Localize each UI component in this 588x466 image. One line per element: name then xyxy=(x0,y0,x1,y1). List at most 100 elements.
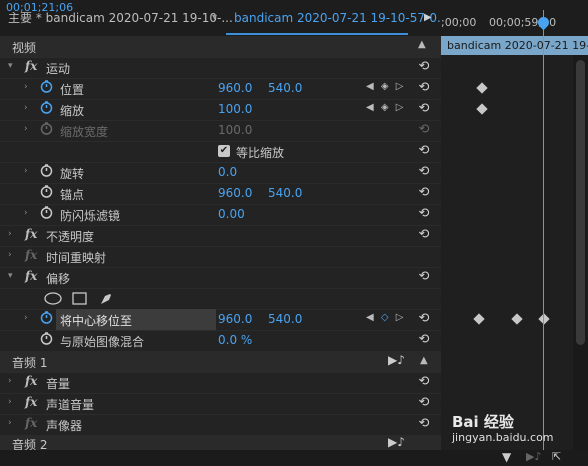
expand-arrow-icon[interactable]: › xyxy=(24,82,28,92)
blend-value[interactable]: 0.0 % xyxy=(218,333,252,347)
playhead-line[interactable] xyxy=(543,10,544,450)
flicker-value[interactable]: 0.00 xyxy=(218,207,245,221)
play-audio-icon[interactable]: ▶♪ xyxy=(388,435,405,449)
param-blend-label: 与原始图像混合 xyxy=(60,335,145,349)
effect-volume[interactable]: › fx 音量 ⟲ xyxy=(0,372,441,394)
reset-icon[interactable]: ⟲ xyxy=(416,374,432,390)
effect-opacity[interactable]: › fx 不透明度 ⟲ xyxy=(0,225,441,247)
param-flicker-label: 防闪烁滤镜 xyxy=(60,209,121,223)
stopwatch-icon[interactable] xyxy=(40,311,53,324)
effect-motion[interactable]: ▾ fx 运动 ⟲ xyxy=(0,57,441,79)
reset-icon[interactable]: ⟲ xyxy=(416,164,432,180)
expand-arrow-icon[interactable]: › xyxy=(8,229,12,239)
param-rotation-label: 旋转 xyxy=(60,167,85,181)
stopwatch-icon[interactable] xyxy=(40,332,53,345)
effect-offset[interactable]: ▾ fx 偏移 ⟲ xyxy=(0,267,441,289)
status-footer xyxy=(0,450,588,466)
param-scale-label: 缩放 xyxy=(60,104,85,118)
effect-time-remap[interactable]: › fx 时间重映射 xyxy=(0,246,441,268)
param-scale: › 缩放 100.0 ◀ ◈ ▷ ⟲ xyxy=(0,99,441,121)
effect-panner[interactable]: › fx 声像器 ⟲ xyxy=(0,414,441,436)
param-flicker: › 防闪烁滤镜 0.00 ⟲ xyxy=(0,204,441,226)
reset-icon[interactable]: ⟲ xyxy=(416,80,432,96)
section-video: 视频 ▲ xyxy=(0,36,441,58)
reset-icon[interactable]: ⟲ xyxy=(416,311,432,327)
position-y-value[interactable]: 540.0 xyxy=(268,81,302,95)
expand-arrow-icon[interactable]: › xyxy=(8,376,12,386)
play-audio-icon[interactable]: ▶♪ xyxy=(388,353,405,367)
keyframe-nav-icon[interactable]: ◀ ◇ ▷ xyxy=(366,312,405,323)
param-shift-center: › 将中心移位至 960.0 540.0 ◀ ◇ ▷ ⟲ xyxy=(0,309,441,331)
scale-width-value: 100.0 xyxy=(218,123,253,137)
fx-icon[interactable]: fx xyxy=(25,374,37,388)
pen-mask-icon[interactable] xyxy=(99,292,114,306)
keyframe-nav-icon[interactable]: ◀ ◈ ▷ xyxy=(366,102,405,113)
param-anchor: 锚点 960.0 540.0 ⟲ xyxy=(0,183,441,205)
anchor-y-value[interactable]: 540.0 xyxy=(268,186,302,200)
param-uniform-scale: ✔ 等比缩放 ⟲ xyxy=(0,141,441,163)
keyframe-nav-icon[interactable]: ◀ ◈ ▷ xyxy=(366,81,405,92)
current-timecode[interactable]: 00;01;21;06 xyxy=(6,1,73,14)
param-position: › 位置 960.0 540.0 ◀ ◈ ▷ ⟲ xyxy=(0,78,441,100)
param-position-label: 位置 xyxy=(60,83,85,97)
fx-icon[interactable]: fx xyxy=(25,59,37,73)
expand-arrow-icon[interactable]: › xyxy=(8,397,12,407)
keyframe-timeline[interactable] xyxy=(441,55,573,450)
expand-arrow-icon[interactable]: › xyxy=(8,250,12,260)
effect-channel-volume[interactable]: › fx 声道音量 ⟲ xyxy=(0,393,441,415)
reset-icon[interactable]: ⟲ xyxy=(416,206,432,222)
reset-icon[interactable]: ⟲ xyxy=(416,395,432,411)
reset-icon[interactable]: ⟲ xyxy=(416,143,432,159)
scrollbar-thumb[interactable] xyxy=(576,60,585,345)
stopwatch-icon[interactable] xyxy=(40,80,53,93)
position-x-value[interactable]: 960.0 xyxy=(218,81,252,95)
section-audio1-label: 音频 1 xyxy=(12,356,48,370)
scale-value[interactable]: 100.0 xyxy=(218,102,252,116)
reset-icon[interactable]: ⟲ xyxy=(416,416,432,432)
ellipse-mask-icon[interactable] xyxy=(44,292,62,305)
stopwatch-icon[interactable] xyxy=(40,164,53,177)
fx-icon[interactable]: fx xyxy=(25,227,37,241)
reset-icon[interactable]: ⟲ xyxy=(416,227,432,243)
filter-icon[interactable]: ▼ xyxy=(502,450,511,464)
reset-icon[interactable]: ⟲ xyxy=(416,59,432,75)
effect-motion-label: 运动 xyxy=(46,62,71,76)
chevron-up-icon[interactable]: ▲ xyxy=(418,39,426,50)
expand-arrow-icon[interactable]: › xyxy=(8,418,12,428)
play-only-audio-icon[interactable]: ▶♪ xyxy=(526,450,541,463)
effect-controls-panel: 视频 ▲ ▾ fx 运动 ⟲ › 位置 960.0 540.0 ◀ ◈ ▷ ⟲ … xyxy=(0,36,441,451)
watermark-url: jingyan.baidu.com xyxy=(452,431,554,444)
stopwatch-icon[interactable] xyxy=(40,206,53,219)
reset-icon[interactable]: ⟲ xyxy=(416,185,432,201)
expand-arrow-icon[interactable]: ▾ xyxy=(8,61,13,71)
expand-arrow-icon[interactable]: › xyxy=(24,208,28,218)
expand-arrow-icon: › xyxy=(24,124,28,134)
section-audio2-label: 音频 2 xyxy=(12,438,48,451)
stopwatch-icon[interactable] xyxy=(40,101,53,114)
param-rotation: › 旋转 0.0 ⟲ xyxy=(0,162,441,184)
shift-center-x-value[interactable]: 960.0 xyxy=(218,312,252,326)
fx-icon[interactable]: fx xyxy=(25,269,37,283)
chevron-down-icon[interactable]: ▾ xyxy=(212,0,217,36)
chevron-up-icon[interactable]: ▲ xyxy=(420,355,428,366)
fx-icon[interactable]: fx xyxy=(25,395,37,409)
expand-arrow-icon[interactable]: › xyxy=(24,166,28,176)
play-icon[interactable]: ▶ xyxy=(424,12,432,23)
uniform-scale-checkbox[interactable]: ✔ xyxy=(218,145,230,157)
tab-active-clip[interactable]: bandicam 2020-07-21 19-10-57-0... xyxy=(234,0,448,36)
shift-center-y-value[interactable]: 540.0 xyxy=(268,312,302,326)
reset-icon[interactable]: ⟲ xyxy=(416,101,432,117)
expand-arrow-icon[interactable]: › xyxy=(24,103,28,113)
reset-icon[interactable]: ⟲ xyxy=(416,332,432,348)
reset-icon[interactable]: ⟲ xyxy=(416,269,432,285)
rotation-value[interactable]: 0.0 xyxy=(218,165,237,179)
expand-arrow-icon[interactable]: ▾ xyxy=(8,271,13,281)
anchor-x-value[interactable]: 960.0 xyxy=(218,186,252,200)
expand-arrow-icon[interactable]: › xyxy=(24,313,28,323)
rect-mask-icon[interactable] xyxy=(72,292,87,305)
stopwatch-icon[interactable] xyxy=(40,185,53,198)
export-icon[interactable]: ⇱ xyxy=(552,450,561,463)
fx-icon: fx xyxy=(25,416,38,430)
param-scale-width: › 缩放宽度 100.0 ⟲ xyxy=(0,120,441,142)
fx-icon: fx xyxy=(25,248,38,262)
